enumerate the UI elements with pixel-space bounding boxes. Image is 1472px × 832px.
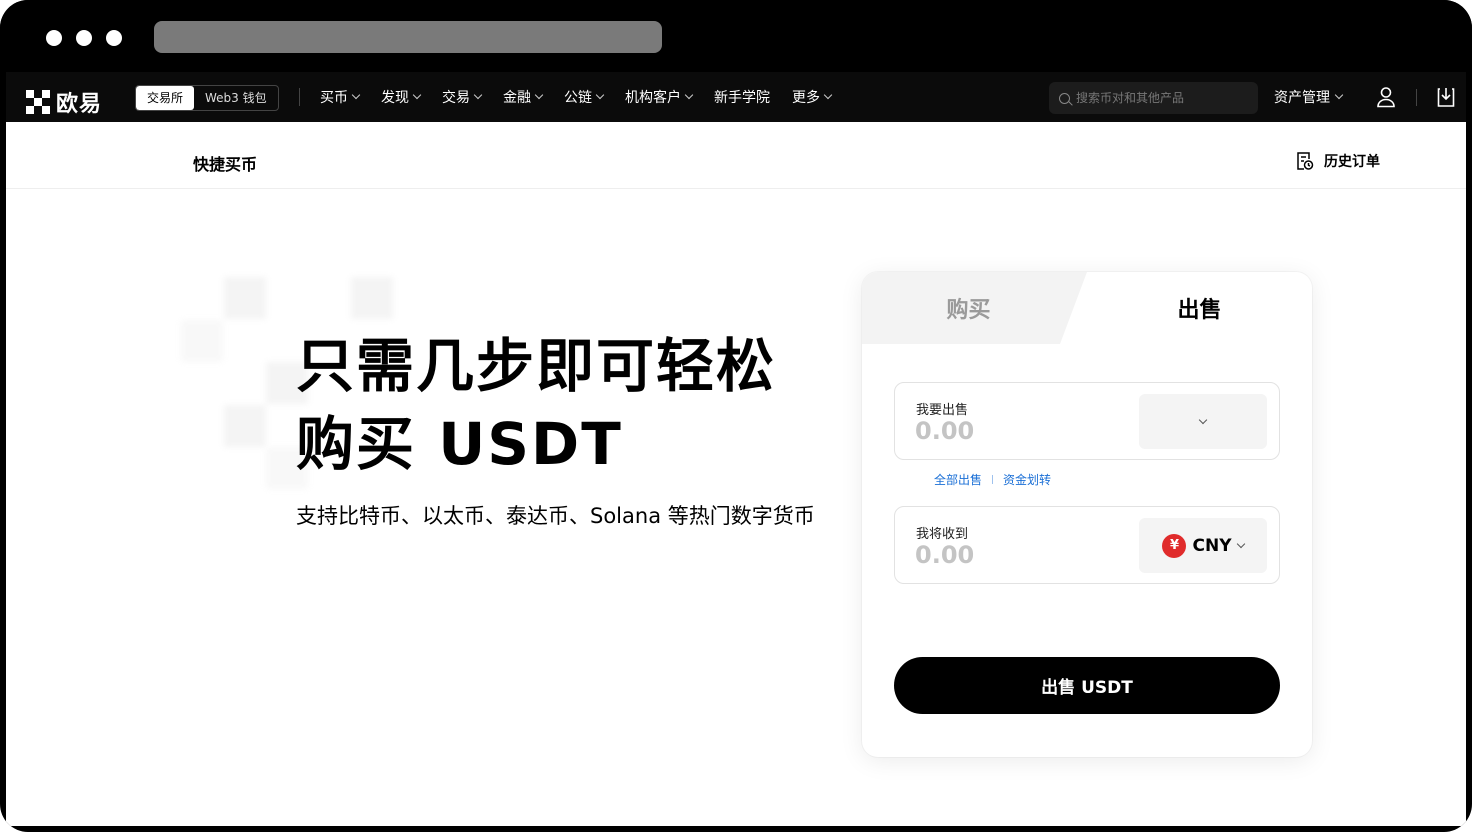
asset-management-label: 资产管理 xyxy=(1274,90,1330,106)
pixel-decoration xyxy=(224,405,266,447)
sell-usdt-button[interactable]: 出售 USDT xyxy=(894,657,1280,714)
logo-text: 欧易 xyxy=(56,92,103,117)
chevron-down-icon xyxy=(473,90,483,100)
sell-crypto-selector[interactable] xyxy=(1139,394,1267,449)
fund-transfer-link[interactable]: 资金划转 xyxy=(1003,471,1051,488)
top-nav: 欧易 交易所 Web3 钱包 买币 发现 交易 金融 公链 机构客户 新手学院 … xyxy=(6,72,1466,122)
hero-description: 支持比特币、以太币、泰达币、Solana 等热门数字货币 xyxy=(296,504,815,528)
search-box[interactable] xyxy=(1049,82,1258,114)
tab-sell-label: 出售 xyxy=(1177,298,1222,323)
currency-code: CNY xyxy=(1192,535,1232,556)
chevron-down-icon xyxy=(823,90,833,100)
pixel-decoration xyxy=(224,277,266,319)
chevron-down-icon xyxy=(412,90,422,100)
nav-item-discover[interactable]: 发现 xyxy=(381,87,422,107)
address-bar[interactable] xyxy=(154,21,662,53)
window-close-dot[interactable] xyxy=(46,30,62,46)
okx-logo-icon xyxy=(26,90,50,114)
search-icon xyxy=(1059,92,1070,104)
chevron-down-icon xyxy=(1236,539,1245,548)
chevron-down-icon xyxy=(1198,415,1208,424)
receive-amount-input[interactable] xyxy=(915,541,1115,569)
chevron-down-icon xyxy=(1334,90,1344,100)
title-bar xyxy=(0,0,1472,72)
nav-item-label: 公链 xyxy=(564,90,592,106)
tab-sell[interactable]: 出售 xyxy=(1087,272,1312,344)
chevron-down-icon xyxy=(684,90,694,100)
nav-item-label: 更多 xyxy=(792,90,820,106)
link-divider xyxy=(992,475,994,484)
nav-item-finance[interactable]: 金融 xyxy=(503,87,544,107)
order-history-button[interactable]: 历史订单 xyxy=(1296,151,1380,171)
tab-buy[interactable]: 购买 xyxy=(862,272,1087,344)
nav-divider xyxy=(1416,89,1417,106)
cny-currency-icon: ¥ xyxy=(1162,533,1187,558)
chevron-down-icon xyxy=(595,90,605,100)
asset-management-menu[interactable]: 资产管理 xyxy=(1274,72,1344,122)
sell-amount-input[interactable] xyxy=(915,417,1115,445)
sell-amount-field: 我要出售 xyxy=(894,382,1280,460)
hero-title-line: 只需几步即可轻松 xyxy=(296,332,777,400)
nav-item-chain[interactable]: 公链 xyxy=(564,87,605,107)
sub-header: 快捷买币 历史订单 xyxy=(6,122,1466,189)
window-minimize-dot[interactable] xyxy=(76,30,92,46)
platform-switch: 交易所 Web3 钱包 xyxy=(135,85,279,111)
nav-divider xyxy=(299,88,300,106)
receive-amount-field: 我将收到 ¥ CNY xyxy=(894,506,1280,584)
nav-item-label: 金融 xyxy=(503,90,531,106)
fiat-currency-selector[interactable]: ¥ CNY xyxy=(1139,518,1267,573)
sell-all-link[interactable]: 全部出售 xyxy=(934,471,982,488)
logo[interactable]: 欧易 xyxy=(26,86,102,118)
nav-item-label: 机构客户 xyxy=(625,90,681,106)
download-icon[interactable] xyxy=(1436,86,1456,108)
web3-wallet-tab[interactable]: Web3 钱包 xyxy=(194,86,278,110)
nav-item-label: 新手学院 xyxy=(714,90,770,106)
card-links: 全部出售 资金划转 xyxy=(934,471,1051,488)
main-page: 快捷买币 历史订单 只需几步即可轻松 购买 USDT 支持比特币、以太币、泰达币… xyxy=(6,122,1466,826)
nav-item-academy[interactable]: 新手学院 xyxy=(714,87,770,107)
page-title: 快捷买币 xyxy=(193,155,258,174)
chevron-down-icon xyxy=(534,90,544,100)
pixel-decoration xyxy=(351,277,393,319)
user-icon[interactable] xyxy=(1376,86,1396,108)
nav-item-buy-crypto[interactable]: 买币 xyxy=(320,87,361,107)
nav-item-label: 交易 xyxy=(442,90,470,106)
exchange-tab[interactable]: 交易所 xyxy=(136,86,195,110)
history-icon xyxy=(1297,152,1314,170)
trade-card: 购买 出售 我要出售 全部出售 资金划转 我将收到 ¥ CNY xyxy=(862,272,1312,757)
receive-amount-label: 我将收到 xyxy=(916,527,969,542)
search-input[interactable] xyxy=(1076,91,1246,105)
tab-buy-label: 购买 xyxy=(946,298,991,323)
window-maximize-dot[interactable] xyxy=(106,30,122,46)
nav-item-more[interactable]: 更多 xyxy=(792,87,833,107)
nav-item-label: 买币 xyxy=(320,90,348,106)
nav-item-trade[interactable]: 交易 xyxy=(442,87,483,107)
chevron-down-icon xyxy=(351,90,361,100)
hero-title: 只需几步即可轻松 购买 USDT xyxy=(296,327,776,483)
nav-menu: 买币 发现 交易 金融 公链 机构客户 新手学院 更多 xyxy=(320,72,833,122)
sell-amount-label: 我要出售 xyxy=(916,403,969,418)
hero-title-line: 购买 USDT xyxy=(296,410,623,478)
nav-item-institutional[interactable]: 机构客户 xyxy=(625,87,694,107)
order-history-label: 历史订单 xyxy=(1324,154,1380,170)
nav-item-label: 发现 xyxy=(381,90,409,106)
pixel-decoration xyxy=(181,320,223,362)
browser-window: 欧易 交易所 Web3 钱包 买币 发现 交易 金融 公链 机构客户 新手学院 … xyxy=(0,0,1472,832)
